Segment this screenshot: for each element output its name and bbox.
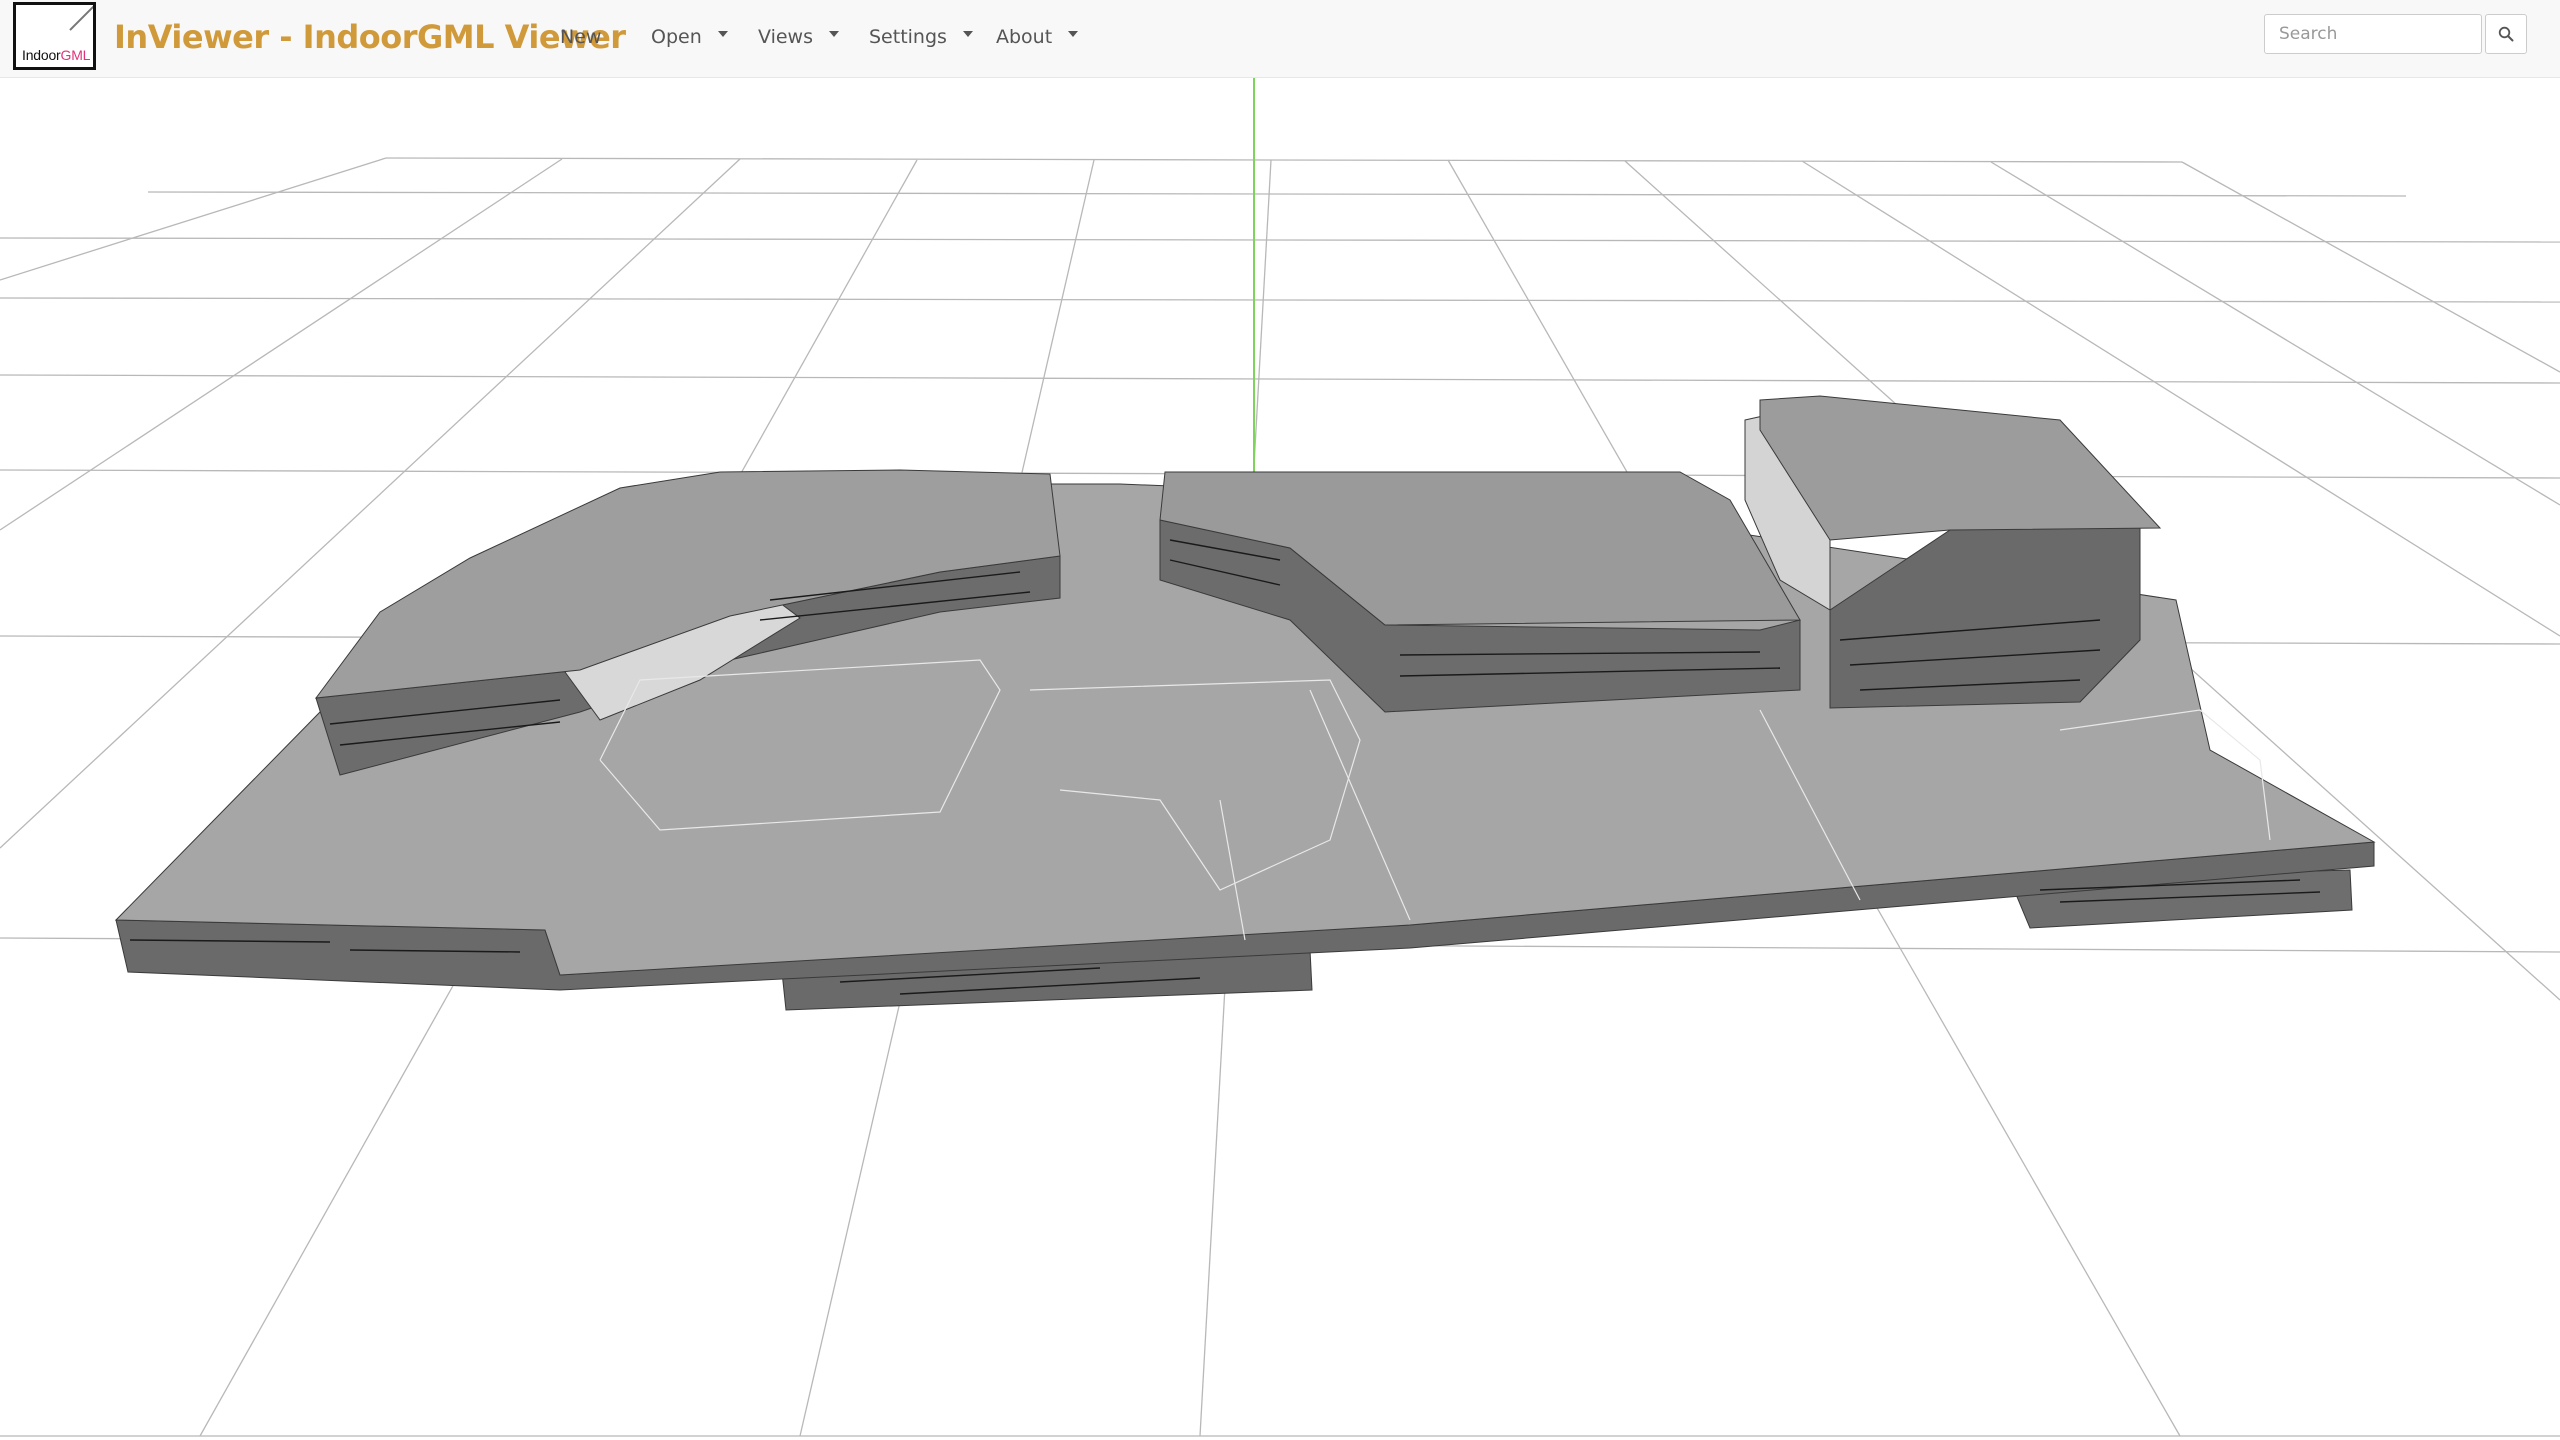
indoor-building-model[interactable] (114, 395, 2376, 1011)
nav-views-dropdown[interactable]: Views (758, 26, 839, 48)
app-title[interactable]: InViewer - IndoorGML Viewer (114, 18, 626, 56)
caret-down-icon (1068, 30, 1079, 37)
caret-down-icon (717, 30, 728, 37)
search-input[interactable] (2264, 14, 2482, 54)
logo-text: IndoorGML (22, 47, 91, 63)
nav-new[interactable]: New (560, 26, 601, 48)
nav-settings-dropdown[interactable]: Settings (869, 26, 973, 48)
nav-about-label: About (996, 26, 1053, 48)
nav-open-dropdown[interactable]: Open (651, 26, 728, 48)
3d-viewport[interactable] (0, 78, 2560, 1440)
nav-settings-label: Settings (869, 26, 947, 48)
caret-down-icon (829, 30, 839, 37)
nav-about-dropdown[interactable]: About (996, 26, 1079, 48)
navbar: IndoorGML InViewer - IndoorGML Viewer Ne… (0, 0, 2560, 78)
model-right-tower-wall (1829, 519, 2141, 709)
nav-new-label: New (560, 26, 602, 48)
nav-views-label: Views (758, 26, 813, 48)
logo-slash-icon (69, 5, 93, 31)
caret-down-icon (962, 30, 973, 37)
model-right-tower-top (1759, 395, 2162, 541)
search-icon (2498, 26, 2514, 42)
nav-open-label: Open (651, 26, 702, 48)
indoorgml-logo[interactable]: IndoorGML (13, 2, 96, 70)
search-button[interactable] (2485, 14, 2527, 54)
